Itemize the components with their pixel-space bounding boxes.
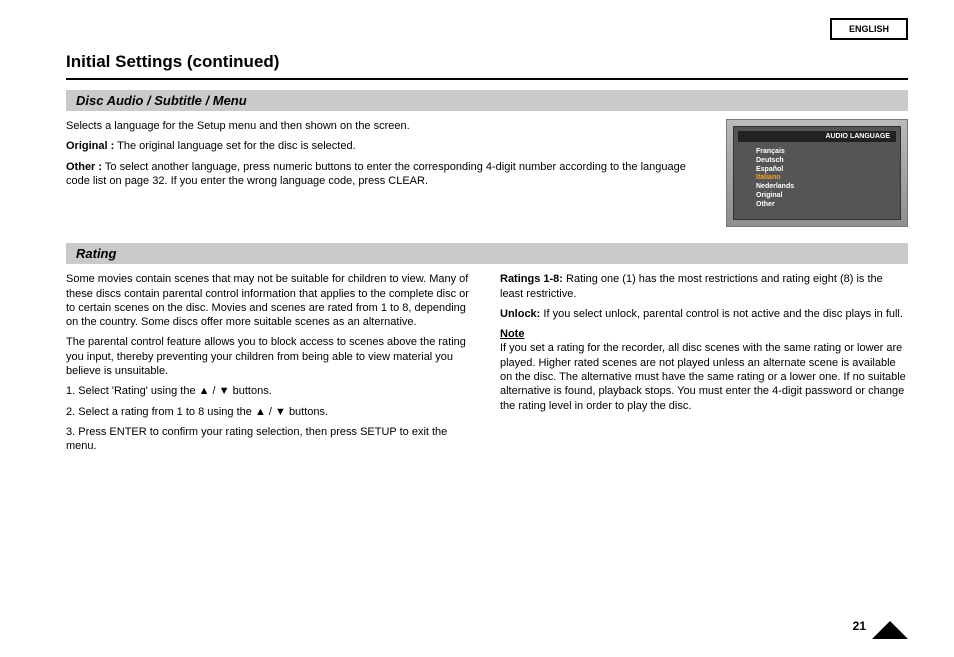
step-2: 2. Select a rating from 1 to 8 using the… (66, 405, 474, 419)
note-text: If you set a rating for the recorder, al… (500, 342, 906, 411)
other-text: To select another language, press numeri… (66, 161, 686, 187)
section1-columns: Selects a language for the Setup menu an… (66, 119, 908, 227)
section2-right: Ratings 1-8: Rating one (1) has the most… (500, 272, 908, 459)
section1-primary: Selects a language for the Setup menu an… (66, 119, 700, 133)
original-text: The original language set for the disc i… (117, 140, 355, 152)
section2-left: Some movies contain scenes that may not … (66, 272, 474, 459)
original-label: Original : (66, 140, 114, 152)
section2-columns: Some movies contain scenes that may not … (66, 272, 908, 459)
osd-item: Español (756, 166, 896, 175)
title-rule (66, 78, 908, 80)
section-heading-audio: Disc Audio / Subtitle / Menu (66, 90, 908, 111)
spacer (66, 227, 908, 243)
rating-parental: The parental control feature allows you … (66, 335, 474, 378)
osd-item: Other (756, 201, 896, 210)
ratings-label: Ratings 1-8: (500, 273, 563, 285)
page-title: Initial Settings (continued) (66, 52, 908, 72)
other-label: Other : (66, 161, 102, 173)
note-head: Note (500, 328, 524, 340)
osd-language-list: Français Deutsch Español Italiano Nederl… (738, 148, 896, 213)
section1-original: Original : The original language set for… (66, 139, 700, 153)
osd-title: AUDIO LANGUAGE (738, 131, 896, 142)
manual-page: ENGLISH Initial Settings (continued) Dis… (0, 0, 954, 657)
page-number: 21 (853, 619, 866, 633)
osd-item: Deutsch (756, 157, 896, 166)
osd-item-selected: Italiano (756, 174, 896, 183)
osd-screenshot: AUDIO LANGUAGE Français Deutsch Español … (726, 119, 908, 227)
section-heading-rating: Rating (66, 243, 908, 264)
language-tab: ENGLISH (830, 18, 908, 40)
section1-text: Selects a language for the Setup menu an… (66, 119, 700, 227)
rating-intro: Some movies contain scenes that may not … (66, 272, 474, 329)
content-area: Initial Settings (continued) Disc Audio … (66, 52, 908, 460)
unlock-label: Unlock: (500, 308, 540, 320)
step-3: 3. Press ENTER to confirm your rating se… (66, 425, 474, 454)
osd-item: Nederlands (756, 183, 896, 192)
language-tab-label: ENGLISH (849, 24, 889, 34)
rating-levels: Ratings 1-8: Rating one (1) has the most… (500, 272, 908, 301)
unlock-text: If you select unlock, parental control i… (543, 308, 903, 320)
osd-item: Original (756, 192, 896, 201)
osd-screen: AUDIO LANGUAGE Français Deutsch Español … (733, 126, 901, 220)
step-1: 1. Select 'Rating' using the ▲ / ▼ butto… (66, 384, 474, 398)
page-up-icon (872, 621, 908, 639)
rating-note: Note If you set a rating for the recorde… (500, 327, 908, 413)
osd-item: Français (756, 148, 896, 157)
rating-unlock: Unlock: If you select unlock, parental c… (500, 307, 908, 321)
osd-frame: AUDIO LANGUAGE Français Deutsch Español … (726, 119, 908, 227)
section1-other: Other : To select another language, pres… (66, 160, 700, 189)
